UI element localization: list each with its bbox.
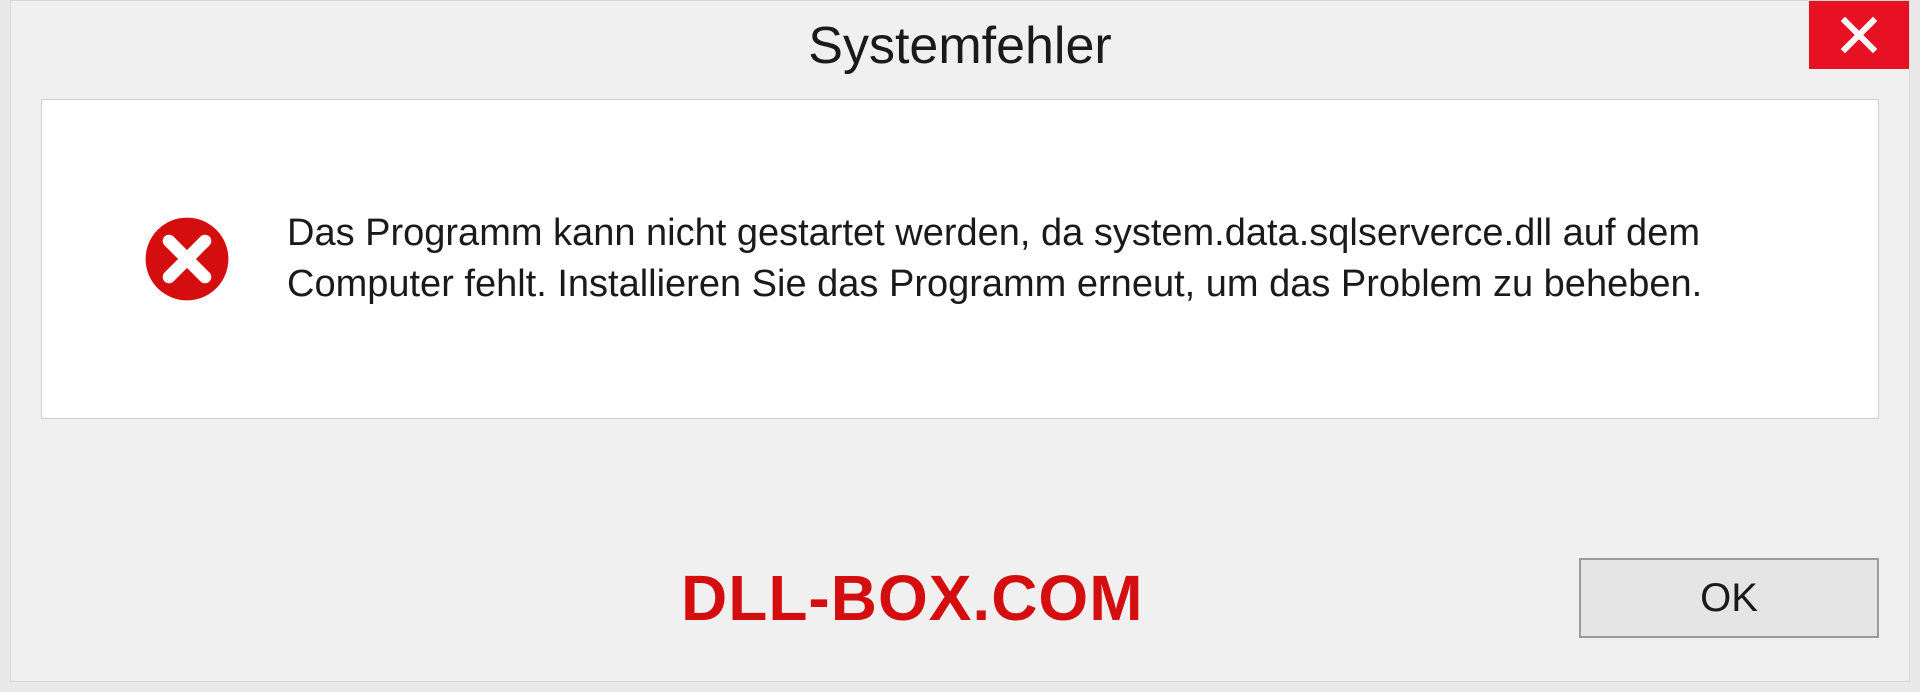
close-button[interactable] — [1809, 1, 1909, 69]
dialog-title: Systemfehler — [808, 16, 1111, 76]
error-message: Das Programm kann nicht gestartet werden… — [287, 208, 1818, 311]
watermark-text: DLL-BOX.COM — [681, 561, 1144, 635]
close-icon — [1839, 15, 1879, 55]
content-panel: Das Programm kann nicht gestartet werden… — [41, 99, 1879, 419]
error-icon — [142, 214, 232, 304]
error-dialog: Systemfehler Das Programm kann nicht ges… — [10, 0, 1910, 682]
dialog-footer: DLL-BOX.COM OK — [41, 543, 1879, 653]
ok-button[interactable]: OK — [1579, 558, 1879, 638]
title-bar: Systemfehler — [11, 1, 1909, 91]
